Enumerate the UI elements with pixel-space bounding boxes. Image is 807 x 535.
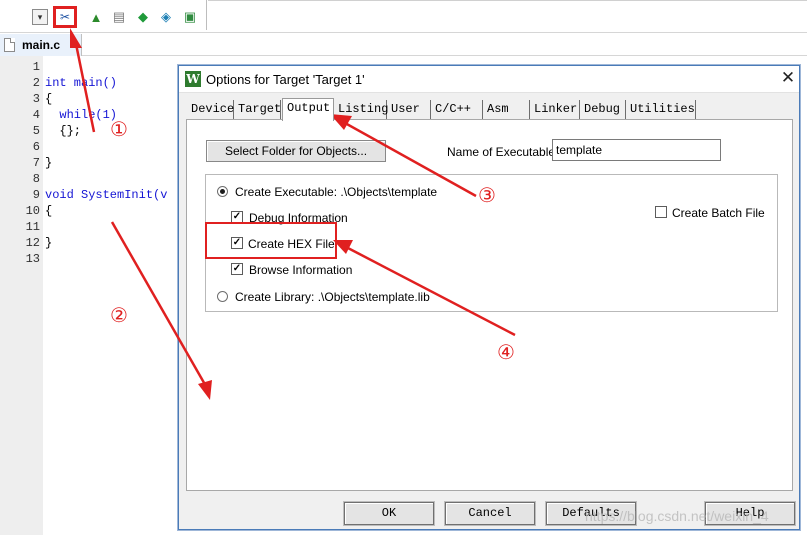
name-of-executable-field[interactable]: template xyxy=(552,139,721,161)
options-tab-strip: Device Target Output Listing User C/C++ … xyxy=(187,98,792,121)
tab-listing[interactable]: Listing xyxy=(334,100,388,119)
create-library-radio[interactable] xyxy=(217,291,228,302)
tab-asm[interactable]: Asm xyxy=(483,100,530,119)
batch-build-icon[interactable]: ▤ xyxy=(110,8,128,26)
name-of-executable-label: Name of Executable: xyxy=(447,145,559,159)
line-number: 9 xyxy=(32,188,40,202)
create-batch-file-checkbox[interactable] xyxy=(655,206,667,218)
file-tab-main-c[interactable]: main.c xyxy=(0,34,82,56)
toolbar-separator xyxy=(206,0,207,30)
dialog-titlebar[interactable]: W Options for Target 'Target 1' ✕ xyxy=(179,66,799,93)
code-text: void SystemInit(v xyxy=(45,188,168,202)
line-number: 10 xyxy=(25,204,40,218)
line-number: 11 xyxy=(25,220,40,234)
download-icon[interactable]: ◆ xyxy=(134,8,152,26)
dialog-title: Options for Target 'Target 1' xyxy=(206,72,365,87)
options-for-target-dialog: W Options for Target 'Target 1' ✕ Device… xyxy=(178,65,800,530)
create-hex-highlight-box xyxy=(205,222,337,259)
create-batch-file-label: Create Batch File xyxy=(672,206,765,220)
cancel-button[interactable]: Cancel xyxy=(445,502,535,525)
file-tab-bar: main.c xyxy=(0,32,807,56)
create-executable-label: Create Executable: .\Objects\template xyxy=(235,185,438,199)
toolbar-divider xyxy=(208,0,807,1)
line-number: 7 xyxy=(32,156,40,170)
create-executable-radio[interactable] xyxy=(217,186,228,197)
dropdown-icon[interactable]: ▾ xyxy=(32,9,48,25)
ide-toolbar: ▾ ✂ ▲ ▤ ◆ ◈ ▣ xyxy=(0,0,807,32)
code-text: } xyxy=(45,236,53,250)
watermark: https://blog.csdn.net/weixin_4 xyxy=(585,508,769,524)
tab-device[interactable]: Device xyxy=(187,100,234,119)
annotation-marker-1: ① xyxy=(110,117,128,141)
line-number: 13 xyxy=(25,252,40,266)
line-number: 12 xyxy=(25,236,40,250)
code-text: while(1) xyxy=(45,108,118,122)
file-tab-label: main.c xyxy=(22,38,61,52)
file-icon xyxy=(4,38,15,52)
options-for-target-icon[interactable]: ✂ xyxy=(53,6,77,28)
select-folder-button[interactable]: Select Folder for Objects... xyxy=(206,140,386,162)
tab-linker[interactable]: Linker xyxy=(530,100,580,119)
line-number: 2 xyxy=(32,76,40,90)
close-icon[interactable]: ✕ xyxy=(780,69,796,87)
tab-user[interactable]: User xyxy=(387,100,431,119)
line-number: 8 xyxy=(32,172,40,186)
manage-icon[interactable]: ▣ xyxy=(181,8,199,26)
debug-icon[interactable]: ◈ xyxy=(157,8,175,26)
annotation-marker-2: ② xyxy=(110,303,128,327)
code-text: {}; xyxy=(45,124,82,138)
browse-information-label: Browse Information xyxy=(249,263,353,277)
annotation-marker-3: ③ xyxy=(478,183,496,207)
create-library-label: Create Library: .\Objects\template.lib xyxy=(235,290,430,304)
keil-app-icon: W xyxy=(185,71,201,87)
ok-button[interactable]: OK xyxy=(344,502,434,525)
tab-output[interactable]: Output xyxy=(282,98,334,121)
tab-c-cpp[interactable]: C/C++ xyxy=(431,100,483,119)
tab-utilities[interactable]: Utilities xyxy=(626,100,696,119)
code-text: int main() xyxy=(45,76,118,90)
code-text: } xyxy=(45,156,53,170)
annotation-marker-4: ④ xyxy=(497,340,515,364)
browse-information-checkbox[interactable]: ✓ xyxy=(231,263,243,275)
tab-target[interactable]: Target xyxy=(234,100,281,119)
line-number: 6 xyxy=(32,140,40,154)
tab-debug[interactable]: Debug xyxy=(580,100,626,119)
line-number: 4 xyxy=(32,108,40,122)
translate-icon[interactable]: ▲ xyxy=(87,8,105,26)
code-text: { xyxy=(45,92,53,106)
line-number: 1 xyxy=(32,60,40,74)
line-number: 3 xyxy=(32,92,40,106)
code-text: { xyxy=(45,204,53,218)
line-number: 5 xyxy=(32,124,40,138)
output-tab-panel: Select Folder for Objects... Name of Exe… xyxy=(186,119,793,491)
